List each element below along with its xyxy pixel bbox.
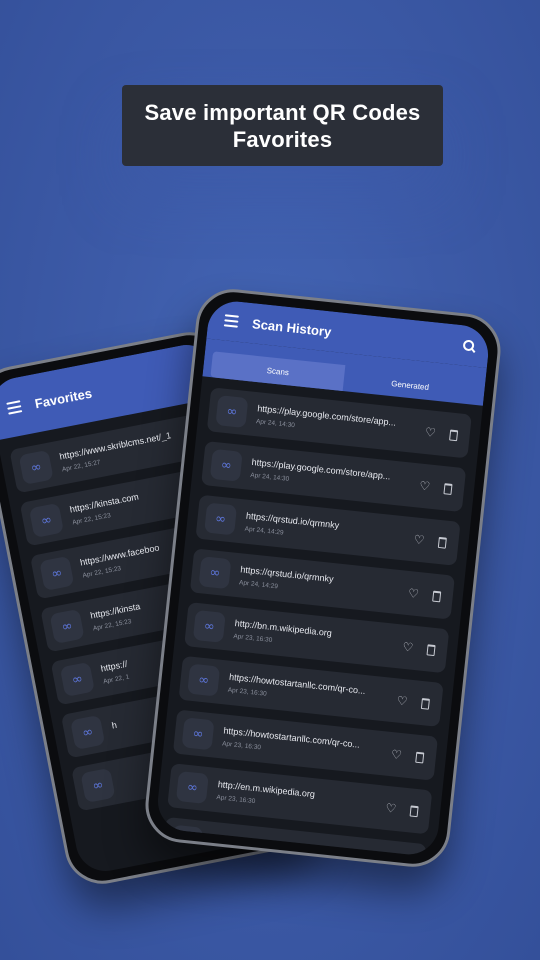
link-icon: ∞ xyxy=(175,771,209,804)
trash-icon[interactable] xyxy=(420,697,431,710)
link-icon: ∞ xyxy=(59,661,95,697)
trash-icon[interactable] xyxy=(415,751,425,763)
heart-icon[interactable]: ♡ xyxy=(407,586,419,601)
item-text: https://howtostartanllc.com/qr-co... Apr … xyxy=(227,672,398,712)
item-text: https://play.google.com/store/app... Apr … xyxy=(250,457,421,497)
link-icon: ∞ xyxy=(49,608,85,644)
item-actions: ♡ xyxy=(390,747,425,764)
menu-icon[interactable] xyxy=(223,314,239,328)
trash-icon[interactable] xyxy=(449,428,459,441)
item-text: https://play.google.com/store/app... Apr … xyxy=(256,403,427,443)
heart-icon[interactable]: ♡ xyxy=(385,801,397,816)
headline-line-2: Favorites xyxy=(232,126,333,152)
item-text: https://qrstud.io/qrmnky Apr 24, 14:29 xyxy=(244,511,415,551)
item-actions: ♡ xyxy=(379,855,413,858)
headline-line-1: Save important QR Codes xyxy=(144,99,421,125)
item-actions: ♡ xyxy=(385,801,419,818)
heart-icon[interactable]: ♡ xyxy=(424,425,436,440)
link-icon: ∞ xyxy=(198,556,232,590)
link-icon: ∞ xyxy=(187,663,221,697)
heart-icon[interactable]: ♡ xyxy=(379,855,391,858)
heart-icon[interactable]: ♡ xyxy=(390,747,402,762)
item-text: http://bn.m.wikipedia.org Apr 23, 16:30 xyxy=(233,618,404,658)
search-icon[interactable] xyxy=(462,339,475,352)
link-icon: ∞ xyxy=(18,449,54,485)
item-text: https://qrstud.io/qrmnky Apr 24, 14:29 xyxy=(239,564,410,604)
link-icon: ∞ xyxy=(80,767,116,804)
trash-icon[interactable] xyxy=(432,590,442,602)
heart-icon[interactable]: ♡ xyxy=(419,479,431,494)
item-actions: ♡ xyxy=(402,640,436,657)
link-icon: ∞ xyxy=(70,714,106,751)
heart-icon[interactable]: ♡ xyxy=(413,532,425,547)
link-icon: ∞ xyxy=(209,448,243,482)
link-icon: ∞ xyxy=(28,502,65,538)
trash-icon[interactable] xyxy=(443,482,453,495)
trash-icon[interactable] xyxy=(409,804,419,817)
link-icon: ∞ xyxy=(192,609,226,643)
trash-icon[interactable] xyxy=(437,536,447,549)
item-text: http://en.m.wikipedia.orgApr 23, 16:30 xyxy=(216,779,387,819)
item-actions: ♡ xyxy=(419,479,453,496)
favorites-title: Favorites xyxy=(33,385,94,411)
item-text: https://howtostartanllc.com/qr-co... Apr … xyxy=(222,725,393,765)
history-title: Scan History xyxy=(251,315,333,339)
link-icon: ∞ xyxy=(204,502,238,536)
history-screen: Scan History Scans Generated ∞ https://pl… xyxy=(154,298,492,858)
heart-icon[interactable]: ♡ xyxy=(402,640,414,655)
history-phone: Scan History Scans Generated ∞ https://pl… xyxy=(141,285,505,871)
item-actions: ♡ xyxy=(407,586,442,603)
item-actions: ♡ xyxy=(424,425,459,442)
history-list: ∞ https://play.google.com/store/app... Apr… xyxy=(155,386,482,858)
link-icon: ∞ xyxy=(39,555,75,591)
item-actions: ♡ xyxy=(413,532,447,549)
trash-icon[interactable] xyxy=(426,643,436,656)
link-icon: ∞ xyxy=(181,717,215,751)
menu-icon[interactable] xyxy=(6,400,23,415)
link-icon: ∞ xyxy=(215,395,249,429)
heart-icon[interactable]: ♡ xyxy=(396,693,408,708)
headline-banner: Save important QR Codes Favorites xyxy=(122,85,443,166)
item-actions: ♡ xyxy=(396,693,431,710)
